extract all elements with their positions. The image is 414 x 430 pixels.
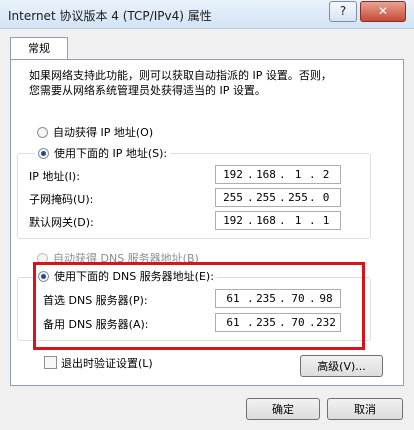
radio-manual-ip[interactable]: 使用下面的 IP 地址(S):	[35, 145, 171, 161]
radio-manual-ip-label: 使用下面的 IP 地址(S):	[54, 147, 168, 160]
description: 如果网络支持此功能，则可以获取自动指派的 IP 设置。否则， 您需要从网络系统管…	[29, 68, 332, 98]
octet: 2	[322, 168, 330, 181]
ip-address-label: IP 地址(I):	[29, 170, 80, 183]
description-line-2: 您需要从网络系统管理员处获得适当的 IP 设置。	[29, 84, 266, 97]
octet: 168	[256, 168, 276, 181]
octet: 255	[223, 191, 243, 204]
octet: 1	[294, 168, 302, 181]
default-gateway-label: 默认网关(D):	[29, 216, 94, 229]
dns-highlight-box	[33, 262, 365, 350]
octet: 192	[223, 168, 243, 181]
default-gateway-row: 默认网关(D): 192 . 168 . 1 . 1	[29, 211, 369, 233]
octet: 0	[322, 191, 330, 204]
octet: 192	[223, 214, 243, 227]
validate-on-exit-checkbox[interactable]	[44, 356, 57, 369]
description-line-1: 如果网络支持此功能，则可以获取自动指派的 IP 设置。否则，	[29, 69, 332, 82]
help-button[interactable]: ?	[329, 1, 357, 22]
octet: 255	[288, 191, 308, 204]
cancel-button[interactable]: 取消	[327, 398, 403, 420]
advanced-button[interactable]: 高级(V)...	[300, 355, 383, 377]
octet: 1	[294, 214, 302, 227]
tab-general[interactable]: 常规	[10, 37, 68, 60]
octet: 168	[256, 214, 276, 227]
octet: 255	[256, 191, 276, 204]
close-button[interactable]: ✕	[360, 1, 406, 22]
window-title: Internet 协议版本 4 (TCP/IPv4) 属性	[8, 9, 212, 23]
radio-circle[interactable]	[38, 147, 49, 159]
subnet-mask-label: 子网掩码(U):	[29, 193, 94, 206]
validate-on-exit-label: 退出时验证设置(L)	[61, 357, 153, 370]
subnet-mask-field[interactable]: 255 . 255 . 255 . 0	[215, 188, 341, 207]
title-bar: Internet 协议版本 4 (TCP/IPv4) 属性 ? ✕	[0, 0, 414, 29]
ok-button[interactable]: 确定	[246, 398, 320, 420]
radio-circle[interactable]	[37, 126, 48, 138]
radio-auto-ip[interactable]: 自动获得 IP 地址(O)	[37, 124, 154, 140]
octet: 1	[322, 214, 330, 227]
ip-address-field[interactable]: 192 . 168 . 1 . 2	[215, 165, 341, 184]
radio-auto-ip-label: 自动获得 IP 地址(O)	[53, 126, 154, 139]
subnet-mask-row: 子网掩码(U): 255 . 255 . 255 . 0	[29, 188, 369, 210]
ip-address-row: IP 地址(I): 192 . 168 . 1 . 2	[29, 165, 369, 187]
default-gateway-field[interactable]: 192 . 168 . 1 . 1	[215, 211, 341, 230]
